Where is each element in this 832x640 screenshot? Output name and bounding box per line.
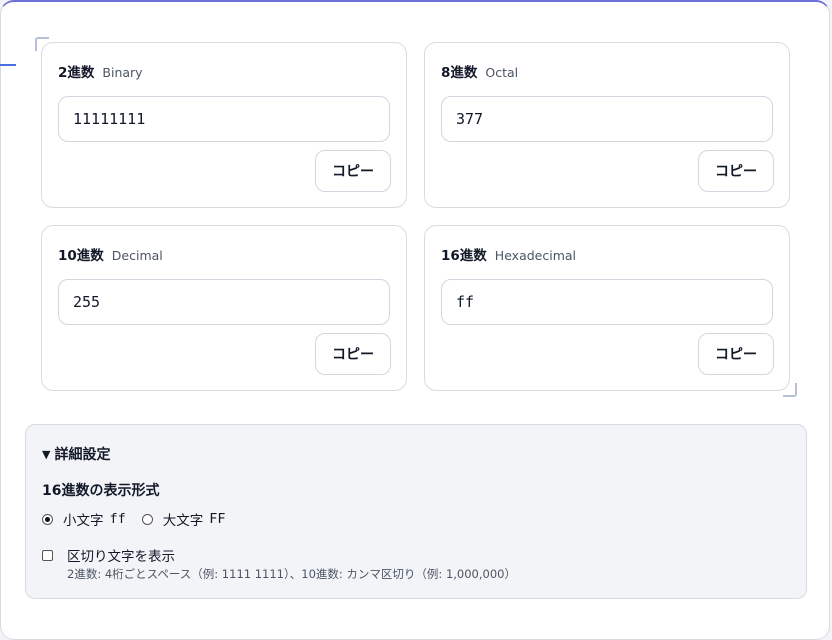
separator-label: 区切り文字を表示: [67, 549, 175, 565]
separator-option: 区切り文字を表示: [42, 545, 175, 565]
radio-uppercase-sample: FF: [209, 511, 226, 527]
separator-hint: 2進数: 4桁ごとスペース（例: 1111 1111）、10進数: カンマ区切り…: [67, 567, 516, 581]
octal-card: 8進数 Octal コピー: [424, 42, 790, 208]
decimal-sublabel: Decimal: [111, 248, 163, 263]
binary-sublabel: Binary: [102, 65, 143, 80]
radio-uppercase[interactable]: [141, 513, 153, 525]
separator-checkbox[interactable]: [42, 549, 53, 561]
octal-title: 8進数 Octal: [441, 61, 518, 81]
hex-input[interactable]: [441, 279, 773, 325]
hex-format-options: 小文字 ff 大文字 FF: [42, 509, 226, 529]
decimal-copy-button[interactable]: コピー: [315, 333, 391, 375]
radio-lowercase[interactable]: [42, 513, 53, 525]
decimal-input[interactable]: [58, 279, 390, 325]
radio-uppercase-label: 大文字: [162, 513, 204, 529]
decimal-card: 10進数 Decimal コピー: [41, 225, 407, 391]
hex-title: 16進数 Hexadecimal: [441, 244, 576, 264]
hex-format-title: 16進数の表示形式: [42, 483, 160, 499]
advanced-settings-toggle[interactable]: ▼ 詳細設定: [42, 444, 110, 464]
radio-lowercase-sample: ff: [109, 511, 126, 527]
binary-label: 2進数: [58, 65, 95, 81]
decimal-title: 10進数 Decimal: [58, 244, 163, 264]
binary-input[interactable]: [58, 96, 390, 142]
hex-label: 16進数: [441, 248, 487, 264]
decimal-label: 10進数: [58, 248, 104, 264]
advanced-settings-label: 詳細設定: [54, 447, 111, 463]
octal-sublabel: Octal: [485, 65, 519, 80]
edge-accent: [0, 64, 16, 66]
octal-input[interactable]: [441, 96, 773, 142]
hex-card: 16進数 Hexadecimal コピー: [424, 225, 790, 391]
binary-title: 2進数 Binary: [58, 61, 143, 81]
binary-card: 2進数 Binary コピー: [41, 42, 407, 208]
octal-label: 8進数: [441, 65, 478, 81]
octal-copy-button[interactable]: コピー: [698, 150, 774, 192]
hex-sublabel: Hexadecimal: [494, 248, 577, 263]
radio-lowercase-label: 小文字: [63, 513, 104, 529]
caret-down-icon: ▼: [42, 447, 51, 461]
binary-copy-button[interactable]: コピー: [315, 150, 391, 192]
hex-copy-button[interactable]: コピー: [698, 333, 774, 375]
advanced-settings: ▼ 詳細設定 16進数の表示形式 小文字 ff 大文字 FF 区切り文字を表示 …: [25, 424, 807, 599]
